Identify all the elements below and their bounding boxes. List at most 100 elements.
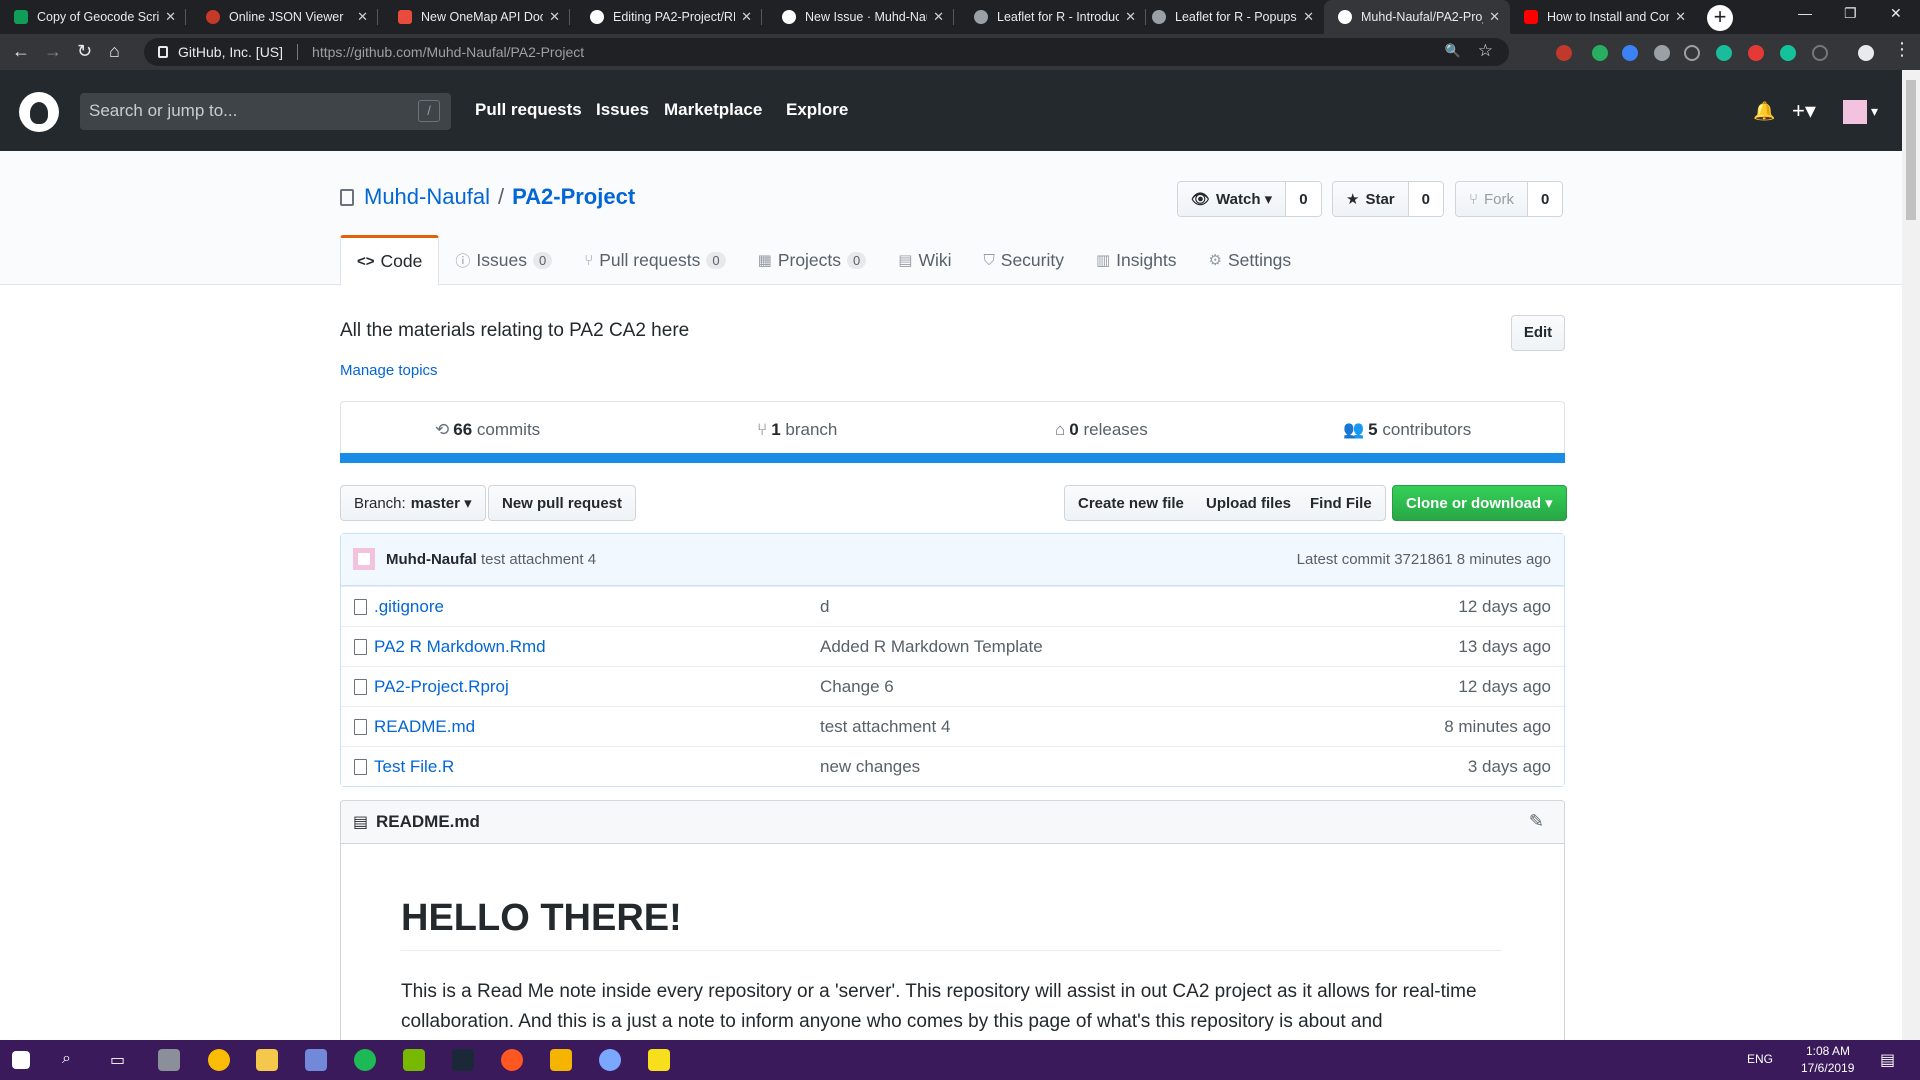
bookmark-star-icon[interactable]: ☆ bbox=[1478, 41, 1493, 61]
latest-commit-meta[interactable]: Latest commit 3721861 8 minutes ago bbox=[1297, 551, 1551, 568]
app-icon[interactable] bbox=[158, 1049, 180, 1071]
page-scrollbar[interactable] bbox=[1902, 70, 1920, 1040]
commit-author-link[interactable]: Muhd-Naufal bbox=[386, 551, 477, 568]
extension-icon[interactable] bbox=[1716, 45, 1732, 61]
chrome-icon[interactable] bbox=[208, 1049, 230, 1071]
sticky-notes-icon[interactable] bbox=[648, 1049, 670, 1071]
extension-icon[interactable] bbox=[1748, 45, 1764, 61]
discord-icon[interactable] bbox=[305, 1049, 327, 1071]
site-identity[interactable]: GitHub, Inc. [US] bbox=[178, 44, 283, 60]
find-file-button[interactable]: Find File bbox=[1297, 485, 1386, 521]
browser-tab[interactable]: Leaflet for R - Popups a ✕ bbox=[1138, 0, 1324, 34]
avatar[interactable] bbox=[1843, 100, 1867, 124]
file-name-link[interactable]: .gitignore bbox=[374, 597, 444, 617]
forward-button[interactable]: → bbox=[44, 41, 62, 62]
tab-pull-requests[interactable]: ⑂ Pull requests 0 bbox=[568, 235, 741, 285]
reload-button[interactable]: ↻ bbox=[77, 41, 92, 62]
bell-icon[interactable]: 🔔 bbox=[1753, 101, 1775, 122]
manage-topics-link[interactable]: Manage topics bbox=[340, 362, 438, 379]
clock-date[interactable]: 17/6/2019 bbox=[1801, 1061, 1854, 1075]
file-commit-message[interactable]: new changes bbox=[820, 757, 920, 777]
grammarly-icon[interactable] bbox=[1780, 45, 1796, 61]
close-tab-icon[interactable]: ✕ bbox=[933, 9, 944, 25]
close-tab-icon[interactable]: ✕ bbox=[165, 9, 176, 25]
releases-link[interactable]: ⌂ 0 releases bbox=[1055, 420, 1148, 440]
origin-icon[interactable] bbox=[501, 1049, 523, 1071]
nav-issues[interactable]: Issues bbox=[596, 100, 649, 120]
commits-link[interactable]: ⟲ 66 commits bbox=[435, 420, 540, 440]
browser-tab[interactable]: How to Install and Con ✕ bbox=[1510, 0, 1696, 34]
star-count[interactable]: 0 bbox=[1408, 182, 1443, 216]
chevron-down-icon[interactable]: ▾ bbox=[1871, 103, 1878, 120]
file-name-link[interactable]: README.md bbox=[374, 717, 475, 737]
edit-description-button[interactable]: Edit bbox=[1511, 315, 1565, 351]
close-tab-icon[interactable]: ✕ bbox=[1489, 9, 1500, 25]
new-pull-request-button[interactable]: New pull request bbox=[488, 485, 637, 521]
create-new-file-button[interactable]: Create new file bbox=[1064, 485, 1198, 521]
new-tab-button[interactable]: + bbox=[1707, 5, 1733, 31]
extension-icon[interactable] bbox=[1592, 45, 1608, 61]
search-input[interactable]: Search or jump to... / bbox=[80, 93, 451, 130]
nav-explore[interactable]: Explore bbox=[786, 100, 848, 120]
clock-time[interactable]: 1:08 AM bbox=[1806, 1044, 1850, 1058]
notifications-icon[interactable]: ▤ bbox=[1880, 1050, 1895, 1070]
nav-marketplace[interactable]: Marketplace bbox=[664, 100, 762, 120]
file-name-link[interactable]: Test File.R bbox=[374, 757, 454, 777]
tab-projects[interactable]: ▦ Projects 0 bbox=[742, 235, 883, 285]
fork-count[interactable]: 0 bbox=[1528, 182, 1563, 216]
nvidia-icon[interactable] bbox=[403, 1049, 425, 1071]
file-explorer-icon[interactable] bbox=[256, 1049, 278, 1071]
browser-tab[interactable]: Leaflet for R - Introduc ✕ bbox=[960, 0, 1146, 34]
file-name-link[interactable]: PA2 R Markdown.Rmd bbox=[374, 637, 546, 657]
close-tab-icon[interactable]: ✕ bbox=[1675, 9, 1686, 25]
restore-button[interactable]: ❐ bbox=[1844, 5, 1857, 22]
minimize-button[interactable]: — bbox=[1798, 5, 1812, 21]
browser-tab[interactable]: Online JSON Viewer ✕ bbox=[192, 0, 378, 34]
r-app-icon[interactable] bbox=[599, 1049, 621, 1071]
scrollbar-thumb[interactable] bbox=[1906, 80, 1916, 220]
repo-name-link[interactable]: PA2-Project bbox=[512, 184, 635, 210]
browser-tab[interactable]: Editing PA2-Project/RE ✕ bbox=[576, 0, 762, 34]
task-view-icon[interactable]: ▭ bbox=[110, 1050, 125, 1070]
close-tab-icon[interactable]: ✕ bbox=[549, 9, 560, 25]
menu-icon[interactable]: ⋮ bbox=[1893, 39, 1911, 60]
close-tab-icon[interactable]: ✕ bbox=[741, 9, 752, 25]
file-commit-message[interactable]: test attachment 4 bbox=[820, 717, 950, 737]
url-text[interactable]: https://github.com/Muhd-Naufal/PA2-Proje… bbox=[312, 44, 584, 60]
extension-icon[interactable] bbox=[1684, 45, 1700, 61]
watch-count[interactable]: 0 bbox=[1286, 182, 1321, 216]
close-tab-icon[interactable]: ✕ bbox=[357, 9, 368, 25]
star-button[interactable]: ★ Star bbox=[1333, 182, 1409, 216]
tab-settings[interactable]: ⚙ Settings bbox=[1192, 235, 1307, 285]
tab-issues[interactable]: ⓘ Issues 0 bbox=[439, 235, 568, 285]
clone-or-download-button[interactable]: Clone or download ▾ bbox=[1392, 485, 1567, 521]
github-logo-icon[interactable] bbox=[19, 92, 59, 132]
browser-tab[interactable]: New OneMap API Docs ✕ bbox=[384, 0, 570, 34]
extension-icon[interactable] bbox=[1654, 45, 1670, 61]
branches-link[interactable]: ⑂ 1 branch bbox=[757, 420, 837, 440]
spotify-icon[interactable] bbox=[354, 1049, 376, 1071]
watch-button[interactable]: 👁 Watch ▾ bbox=[1178, 182, 1287, 216]
nav-pull-requests[interactable]: Pull requests bbox=[475, 100, 582, 120]
home-button[interactable]: ⌂ bbox=[109, 41, 120, 62]
tab-code[interactable]: <> Code bbox=[340, 235, 440, 286]
back-button[interactable]: ← bbox=[12, 41, 30, 62]
search-icon[interactable]: ⌕ bbox=[62, 1050, 71, 1068]
branch-select-button[interactable]: Branch: master ▾ bbox=[340, 485, 486, 521]
zoom-icon[interactable]: 🔍 bbox=[1445, 43, 1461, 59]
contributors-link[interactable]: 👥 5 contributors bbox=[1343, 420, 1471, 440]
address-bar[interactable]: GitHub, Inc. [US] https://github.com/Muh… bbox=[144, 38, 1509, 66]
file-name-link[interactable]: PA2-Project.Rproj bbox=[374, 677, 509, 697]
steam-icon[interactable] bbox=[452, 1049, 474, 1071]
commit-message-link[interactable]: test attachment 4 bbox=[481, 551, 596, 568]
browser-tab[interactable]: New Issue · Muhd-Nauf ✕ bbox=[768, 0, 954, 34]
browser-tab[interactable]: Copy of Geocode Scrip ✕ bbox=[0, 0, 186, 34]
tab-security[interactable]: ⛉ Security bbox=[968, 235, 1080, 285]
create-new-plus-icon[interactable]: +▾ bbox=[1792, 98, 1816, 124]
language-bar[interactable] bbox=[340, 453, 1565, 463]
windows-start-icon[interactable] bbox=[12, 1051, 30, 1069]
app-icon[interactable] bbox=[550, 1049, 572, 1071]
repo-owner-link[interactable]: Muhd-Naufal bbox=[364, 184, 490, 210]
tab-insights[interactable]: ▥ Insights bbox=[1080, 235, 1193, 285]
language-indicator[interactable]: ENG bbox=[1747, 1052, 1773, 1066]
